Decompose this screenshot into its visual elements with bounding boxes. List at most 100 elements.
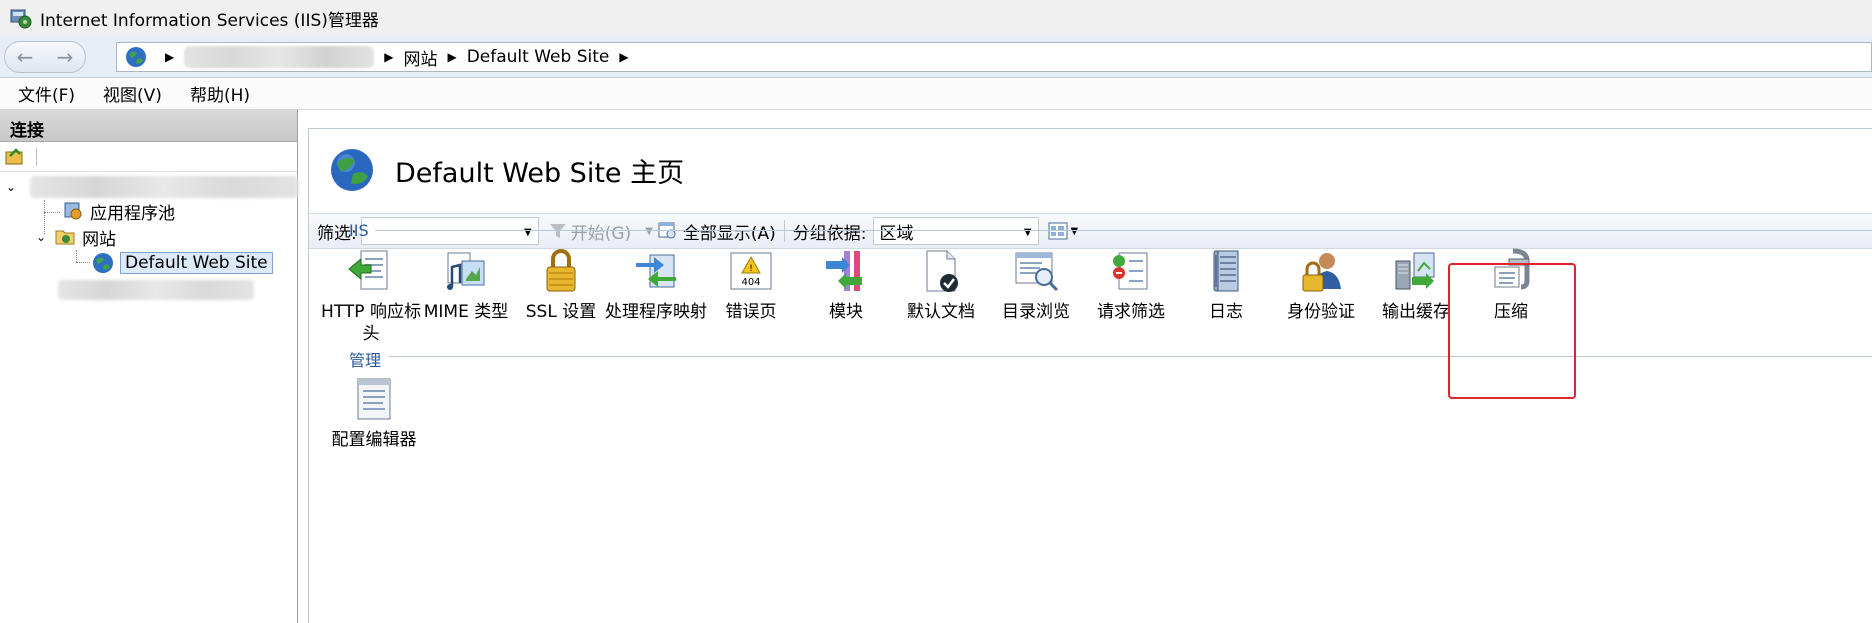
sites-folder-icon [55, 230, 75, 245]
redacted-tree-item [58, 280, 254, 300]
tree-item-default-web-site[interactable]: Default Web Site [92, 250, 273, 276]
nav-buttons: ← → [4, 41, 86, 73]
group-label-management: 管理 [349, 351, 382, 370]
address-bar: ← → ▶ ▶ 网站 ▶ Default Web Site ▶ [0, 36, 1872, 78]
tree-label: 网站 [82, 229, 117, 250]
group-by-select[interactable]: 区域 ▼ [872, 217, 1039, 245]
address-path[interactable]: ▶ ▶ 网站 ▶ Default Web Site ▶ [116, 42, 1872, 72]
feature-label: SSL 设置 [525, 302, 597, 322]
logging-icon [1213, 250, 1239, 292]
title-bar: Internet Information Services (IIS)管理器 [0, 0, 1872, 36]
view-mode-button[interactable]: ▼ [1047, 221, 1079, 241]
feature-label: 处理程序映射 [605, 302, 707, 322]
toolbar-separator [36, 147, 37, 166]
feature-label: HTTP 响应标头 [321, 302, 421, 344]
svg-text:!: ! [749, 264, 753, 274]
feature-logging[interactable]: 日志 [1171, 247, 1281, 323]
breadcrumb-arrow-icon[interactable]: ▶ [619, 50, 628, 64]
feature-label: MIME 类型 [423, 302, 509, 322]
globe-icon [126, 47, 146, 67]
menu-view[interactable]: 视图(V) [103, 81, 162, 106]
feature-mime-types[interactable]: MIME 类型 [411, 247, 521, 323]
group-label-iis: IIS [349, 221, 369, 240]
globe-icon [331, 149, 373, 191]
dropdown-arrow-icon[interactable]: ▼ [645, 226, 653, 237]
feature-label: 默认文档 [907, 302, 975, 322]
breadcrumb-arrow-icon[interactable]: ▶ [447, 50, 456, 64]
tree-server-node[interactable]: ⌄ [6, 174, 16, 200]
start-label: 开始(G) [570, 223, 632, 244]
dropdown-arrow-icon[interactable]: ▼ [524, 227, 532, 238]
feature-configuration-editor[interactable]: 配置编辑器 [319, 375, 429, 451]
redacted-server-name [184, 46, 375, 68]
funnel-icon [549, 224, 566, 238]
feature-label: 错误页 [725, 302, 777, 322]
feature-label: 请求筛选 [1097, 302, 1165, 322]
authentication-highlight-box [1448, 263, 1576, 399]
feature-http-response-headers[interactable]: HTTP 响应标头 [316, 247, 426, 345]
menu-bar: 文件(F) 视图(V) 帮助(H) [0, 78, 1872, 110]
feature-label: 模块 [829, 302, 863, 322]
feature-error-pages[interactable]: ! 404 错误页 [696, 247, 806, 323]
dropdown-arrow-icon[interactable]: ▼ [1024, 227, 1032, 238]
mime-types-icon [447, 252, 485, 290]
collapse-chevron-icon[interactable]: ⌄ [6, 180, 16, 194]
feature-ssl-settings[interactable]: SSL 设置 [506, 247, 616, 323]
app-pool-icon [64, 202, 82, 220]
request-filtering-icon [1113, 252, 1148, 290]
show-all-button[interactable]: 全部显示(A) [657, 219, 776, 244]
feature-label: 身份验证 [1287, 302, 1355, 322]
modules-icon [826, 251, 862, 291]
tree-label: 应用程序池 [90, 203, 175, 224]
dropdown-arrow-icon: ▼ [1070, 225, 1079, 237]
breadcrumb-arrow-icon[interactable]: ▶ [165, 50, 174, 64]
view-icon [1048, 222, 1068, 240]
breadcrumb-arrow-icon[interactable]: ▶ [384, 50, 393, 64]
handler-mappings-icon [636, 254, 676, 288]
error-page-404-icon: ! 404 [730, 252, 772, 290]
authentication-icon [1302, 253, 1341, 292]
svg-text:404: 404 [741, 277, 760, 288]
feature-request-filtering[interactable]: 请求筛选 [1076, 247, 1186, 323]
breadcrumb-default-site[interactable]: Default Web Site [467, 47, 610, 67]
filter-toolbar: 筛选: ▼ 开始(G) ▼ 全部显示(A) 分组依据: 区域 ▼ ▼ [309, 213, 1872, 249]
page-header: Default Web Site 主页 [329, 147, 684, 193]
group-by-label: 分组依据: [792, 223, 867, 244]
iis-app-icon [10, 9, 32, 29]
feature-label: 日志 [1209, 302, 1243, 322]
tree-item-app-pools[interactable]: 应用程序池 [62, 198, 175, 224]
feature-default-document[interactable]: 默认文档 [886, 247, 996, 323]
tree-line [76, 262, 90, 263]
page-title: Default Web Site 主页 [395, 157, 685, 189]
filter-input[interactable]: ▼ [360, 217, 539, 245]
feature-modules[interactable]: 模块 [791, 247, 901, 323]
group-divider [389, 356, 1872, 357]
forward-arrow-icon[interactable]: → [57, 45, 74, 69]
features-view: Default Web Site 主页 筛选: ▼ 开始(G) ▼ 全部显示(A… [308, 128, 1872, 623]
feature-handler-mappings[interactable]: 处理程序映射 [601, 247, 711, 323]
connections-toolbar [0, 142, 297, 172]
output-caching-icon [1395, 252, 1435, 290]
redacted-server-node [30, 176, 298, 198]
group-by-value: 区域 [879, 223, 914, 244]
tree-item-sites[interactable]: ⌄ 网站 [36, 224, 116, 250]
connections-header: 连接 [0, 110, 297, 142]
feature-directory-browsing[interactable]: 目录浏览 [981, 247, 1091, 323]
feature-authentication[interactable]: 身份验证 [1266, 247, 1376, 323]
tree-label: Default Web Site [120, 252, 273, 274]
start-filter-button[interactable]: 开始(G) [549, 219, 631, 244]
menu-help[interactable]: 帮助(H) [190, 81, 250, 106]
tree-line [44, 212, 60, 213]
directory-browsing-icon [1015, 252, 1059, 292]
default-document-icon [926, 250, 958, 292]
back-arrow-icon[interactable]: ← [17, 45, 34, 69]
connect-icon[interactable] [4, 146, 26, 168]
breadcrumb-sites[interactable]: 网站 [403, 45, 437, 70]
feature-label: 目录浏览 [1002, 302, 1070, 322]
menu-file[interactable]: 文件(F) [18, 81, 75, 106]
http-headers-icon [348, 250, 388, 290]
globe-icon [93, 253, 113, 273]
connections-pane: 连接 ⌄ 应用程序池 ⌄ 网站 Default Web Site [0, 110, 298, 623]
collapse-chevron-icon[interactable]: ⌄ [36, 230, 46, 244]
window-title: Internet Information Services (IIS)管理器 [40, 10, 379, 31]
